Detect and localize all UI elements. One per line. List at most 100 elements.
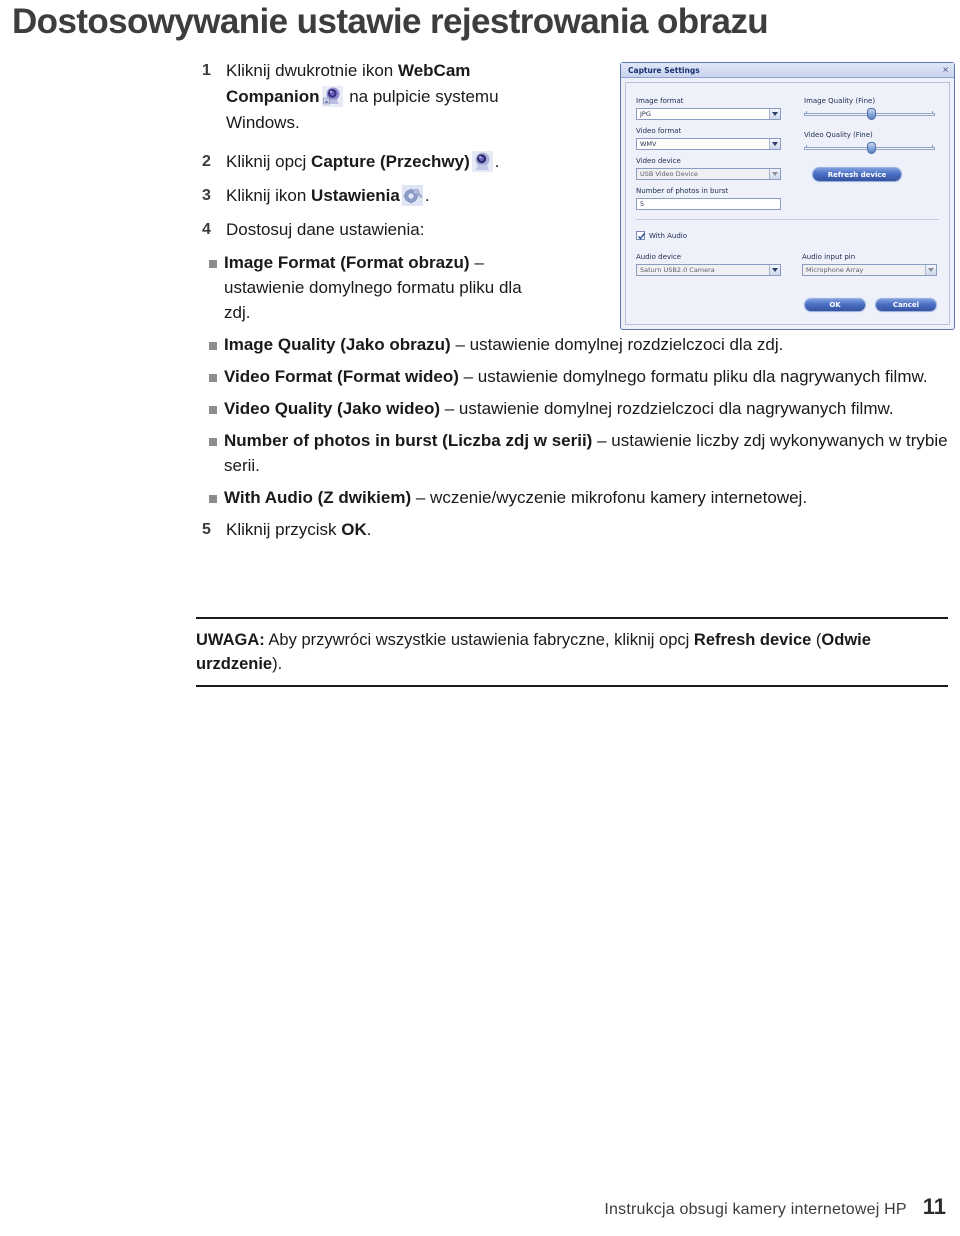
- bullet-5-desc: – wczenie/wyczenie mikrofonu kamery inte…: [411, 488, 808, 507]
- audio-input-pin-label: Audio input pin: [802, 253, 856, 261]
- bullet-content: Video Format (Format wideo) – ustawienie…: [224, 364, 948, 389]
- note-seg-2: Refresh device: [693, 631, 812, 649]
- list-item: Image Quality (Jako obrazu) – ustawienie…: [196, 332, 948, 357]
- step-number: 5: [202, 521, 211, 538]
- chevron-down-icon[interactable]: [769, 139, 780, 149]
- video-device-select[interactable]: USB Video Device: [636, 168, 781, 180]
- step-text: Kliknij przycisk OK.: [226, 517, 948, 543]
- page-footer: Instrukcja obsugi kamery internetowej HP…: [604, 1194, 946, 1220]
- chevron-down-icon[interactable]: [925, 265, 936, 275]
- image-format-label: Image format: [636, 97, 684, 105]
- step-item-5: 5 Kliknij przycisk OK.: [196, 517, 948, 543]
- bullet-3-term: Video Quality (Jako wideo): [224, 399, 441, 418]
- video-device-label: Video device: [636, 157, 681, 165]
- slider-tick-left: [806, 145, 807, 148]
- bullet-1-term: Image Quality (Jako obrazu): [224, 335, 451, 354]
- audio-input-pin-value: Microphone Array: [806, 266, 864, 274]
- bullet-1-desc: – ustawienie domylnej rozdzielczoci dla …: [450, 335, 784, 354]
- list-item: Video Format (Format wideo) – ustawienie…: [196, 364, 948, 389]
- with-audio-label: With Audio: [649, 231, 688, 240]
- cancel-label: Cancel: [892, 301, 920, 309]
- note-bottom-rule: [196, 685, 948, 687]
- step-2-seg-1: Capture (Przechwy): [311, 152, 470, 171]
- video-device-value: USB Video Device: [640, 170, 698, 178]
- step-5-seg-0: Kliknij przycisk: [226, 520, 342, 539]
- bullet-4-term: Number of photos in burst (Liczba zdj w …: [224, 431, 593, 450]
- refresh-device-button[interactable]: Refresh device: [812, 167, 902, 182]
- video-format-select[interactable]: WMV: [636, 138, 781, 150]
- note-label: UWAGA:: [196, 631, 265, 649]
- slider-tick-right: [932, 145, 933, 148]
- audio-device-label: Audio device: [636, 253, 682, 261]
- step-4-seg-0: Dostosuj dane ustawienia:: [226, 220, 425, 239]
- video-quality-slider[interactable]: [804, 142, 935, 154]
- list-item: Number of photos in burst (Liczba zdj w …: [196, 428, 948, 478]
- capture-webcam-icon: [471, 151, 493, 172]
- chevron-down-icon[interactable]: [769, 169, 780, 179]
- square-bullet-icon: [196, 428, 224, 446]
- slider-tick-right: [932, 111, 933, 114]
- video-quality-label: Video Quality (Fine): [804, 131, 873, 139]
- bullet-content: Number of photos in burst (Liczba zdj w …: [224, 428, 948, 478]
- bullet-content: Image Format (Format obrazu) – ustawieni…: [224, 250, 524, 325]
- note-seg-3: (: [811, 631, 822, 649]
- chevron-down-icon[interactable]: [769, 109, 780, 119]
- capture-settings-dialog: Capture Settings × Image format JPG Vide…: [620, 62, 955, 330]
- cancel-button[interactable]: Cancel: [875, 298, 937, 312]
- close-icon[interactable]: ×: [942, 66, 949, 74]
- step-3-seg-2: .: [424, 186, 430, 205]
- with-audio-checkbox-row[interactable]: With Audio: [636, 231, 687, 240]
- step-5-seg-1: OK: [341, 520, 367, 539]
- dialog-titlebar: Capture Settings ×: [621, 63, 954, 78]
- square-bullet-icon: [196, 364, 224, 382]
- bullet-2-desc: – ustawienie domylnego formatu pliku dla…: [458, 367, 928, 386]
- bullet-content: Image Quality (Jako obrazu) – ustawienie…: [224, 332, 948, 357]
- audio-device-select[interactable]: Saturn USB2.0 Camera: [636, 264, 781, 276]
- step-3-seg-1: Ustawienia: [311, 186, 400, 205]
- list-item: Video Quality (Jako wideo) – ustawienie …: [196, 396, 948, 421]
- step-number: 4: [202, 221, 211, 238]
- note-seg-1: Aby przywróci wszystkie ustawienia fabry…: [264, 631, 694, 649]
- slider-thumb[interactable]: [867, 108, 876, 120]
- bullet-content: With Audio (Z dwikiem) – wczenie/wyczeni…: [224, 485, 948, 510]
- step-number: 3: [202, 187, 211, 204]
- burst-count-input[interactable]: 5: [636, 198, 781, 210]
- step-1-seg-0: Kliknij dwukrotnie ikon: [226, 61, 398, 80]
- ok-button[interactable]: OK: [804, 298, 866, 312]
- step-2-seg-0: Kliknij opcj: [226, 152, 312, 171]
- image-format-select[interactable]: JPG: [636, 108, 781, 120]
- step-text: Kliknij dwukrotnie ikon WebCam Companion…: [226, 58, 556, 136]
- chevron-down-icon[interactable]: [769, 265, 780, 275]
- video-format-label: Video format: [636, 127, 682, 135]
- step-3-seg-0: Kliknij ikon: [226, 186, 312, 205]
- with-audio-checkbox[interactable]: [636, 231, 646, 240]
- image-quality-slider[interactable]: [804, 108, 935, 120]
- note-text: UWAGA: Aby przywróci wszystkie ustawieni…: [196, 619, 948, 685]
- section-divider: [636, 219, 939, 220]
- square-bullet-icon: [196, 485, 224, 503]
- audio-input-pin-select[interactable]: Microphone Array: [802, 264, 937, 276]
- bullet-3-desc: – ustawienie domylnej rozdzielczoci dla …: [440, 399, 894, 418]
- page-title: Dostosowywanie ustawie rejestrowania obr…: [12, 2, 769, 41]
- dialog-title: Capture Settings: [628, 65, 700, 75]
- bullet-0-term: Image Format (Format obrazu): [224, 253, 470, 272]
- video-format-value: WMV: [640, 140, 657, 148]
- settings-gear-icon: [401, 185, 423, 206]
- step-number: 1: [202, 62, 211, 79]
- step-number: 2: [202, 153, 211, 170]
- audio-device-value: Saturn USB2.0 Camera: [640, 266, 715, 274]
- burst-count-label: Number of photos in burst: [636, 187, 729, 195]
- step-5-seg-2: .: [366, 520, 372, 539]
- list-item: With Audio (Z dwikiem) – wczenie/wyczeni…: [196, 485, 948, 510]
- ok-label: OK: [829, 301, 841, 309]
- footer-title: Instrukcja obsugi kamery internetowej HP: [604, 1201, 907, 1218]
- burst-count-value: 5: [640, 200, 645, 208]
- square-bullet-icon: [196, 396, 224, 414]
- bullet-5-term: With Audio (Z dwikiem): [224, 488, 412, 507]
- bullet-content: Video Quality (Jako wideo) – ustawienie …: [224, 396, 948, 421]
- slider-thumb[interactable]: [867, 142, 876, 154]
- square-bullet-icon: [196, 332, 224, 350]
- note-block: UWAGA: Aby przywróci wszystkie ustawieni…: [196, 617, 948, 687]
- square-bullet-icon: [196, 250, 224, 268]
- refresh-device-label: Refresh device: [827, 170, 887, 179]
